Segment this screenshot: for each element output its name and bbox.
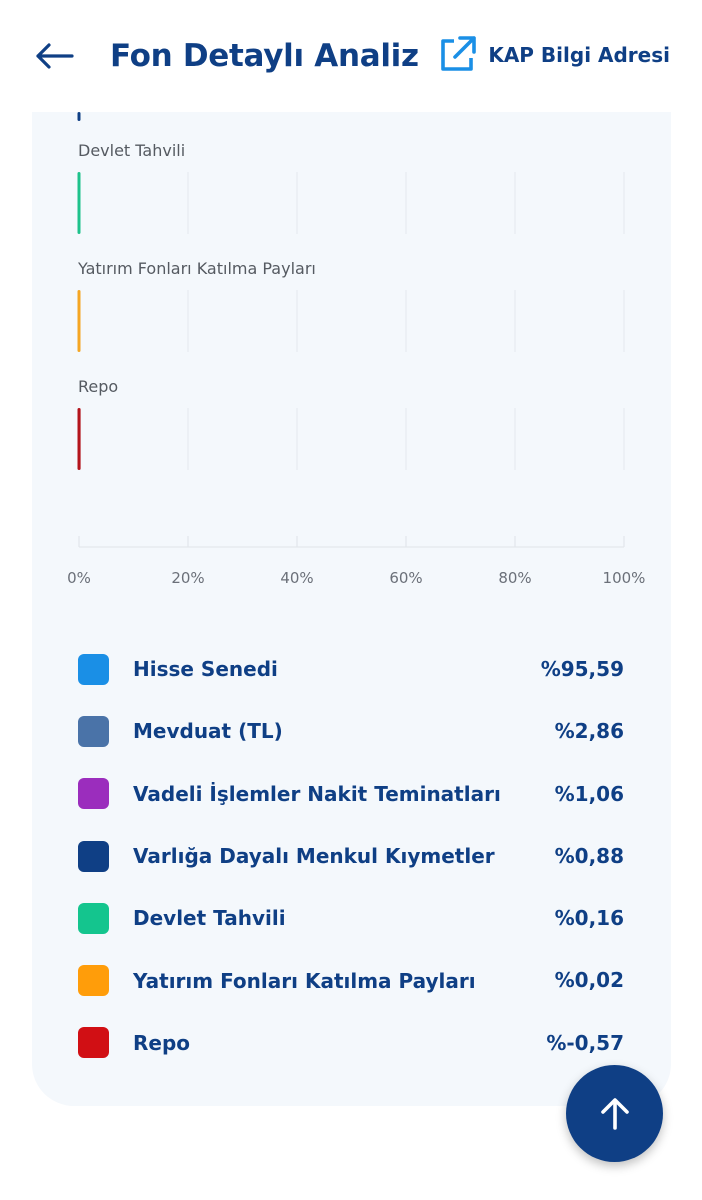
legend-swatch [78,1027,109,1059]
legend-item: Vadeli İşlemler Nakit Teminatları %1,06 [78,763,624,825]
legend-swatch [78,778,109,810]
allocation-bar-chart: Devlet Tahvili Yatırım Fonları Katılma Pa… [67,112,645,587]
chart-bars [77,112,81,470]
legend-swatch [78,965,109,997]
analysis-card: Devlet Tahvili Yatırım Fonları Katılma Pa… [32,112,671,1106]
x-tick-label: 80% [498,569,531,587]
x-tick-label: 40% [280,569,313,587]
scroll-to-top-button[interactable] [566,1065,663,1162]
x-tick-label: 60% [389,569,422,587]
legend-label: Vadeli İşlemler Nakit Teminatları [133,781,501,806]
legend-item: Devlet Tahvili %0,16 [78,887,624,949]
category-label: Repo [78,377,118,396]
legend-item: Mevduat (TL) %2,86 [78,700,624,762]
legend-item: Hisse Senedi %95,59 [78,638,624,700]
page-title: Fon Detaylı Analiz [110,38,419,74]
chart-x-axis: 0% 20% 40% 60% 80% 100% [67,536,645,587]
legend-swatch [78,653,109,685]
legend-swatch [78,902,109,934]
legend-item: Varlığa Dayalı Menkul Kıymetler %0,88 [78,825,624,887]
x-tick-label: 100% [603,569,646,587]
legend-label: Hisse Senedi [133,657,278,682]
chart-category-labels: Devlet Tahvili Yatırım Fonları Katılma Pa… [77,141,316,396]
legend-item: Repo %-0,57 [78,1012,624,1074]
legend-value: %1,06 [554,781,624,806]
arrow-up-icon [600,1097,629,1130]
legend-label: Repo [133,1030,191,1055]
legend-value: %0,88 [554,843,624,868]
allocation-legend: Hisse Senedi %95,59 Mevduat (TL) %2,86 V… [78,638,624,1074]
chart-grid [187,172,625,470]
x-tick-label: 20% [171,569,204,587]
app-header: Fon Detaylı Analiz KAP Bilgi Adresi [0,0,702,112]
external-link-icon [441,36,477,71]
legend-label: Devlet Tahvili [133,906,286,931]
arrow-left-icon [36,43,74,69]
category-label: Devlet Tahvili [78,141,185,160]
back-button[interactable] [30,34,78,78]
x-tick-label: 0% [67,569,91,587]
legend-label: Yatırım Fonları Katılma Payları [133,968,476,993]
legend-value: %95,59 [540,657,624,681]
legend-swatch [78,715,109,747]
legend-label: Mevduat (TL) [133,719,283,744]
bar-1 [77,172,81,234]
legend-swatch [78,840,109,872]
legend-label: Varlığa Dayalı Menkul Kıymetler [133,844,495,869]
bar-2 [77,290,81,352]
partial-bar-top [77,112,81,121]
kap-link-label: KAP Bilgi Adresi [488,43,670,67]
kap-link-button[interactable]: KAP Bilgi Adresi [436,32,670,78]
legend-value: %0,02 [554,968,624,993]
legend-value: %0,16 [554,906,624,931]
bar-3 [77,408,81,470]
legend-item: Yatırım Fonları Katılma Payları %0,02 [78,949,624,1011]
category-label: Yatırım Fonları Katılma Payları [77,259,316,278]
legend-value: %2,86 [554,719,624,744]
